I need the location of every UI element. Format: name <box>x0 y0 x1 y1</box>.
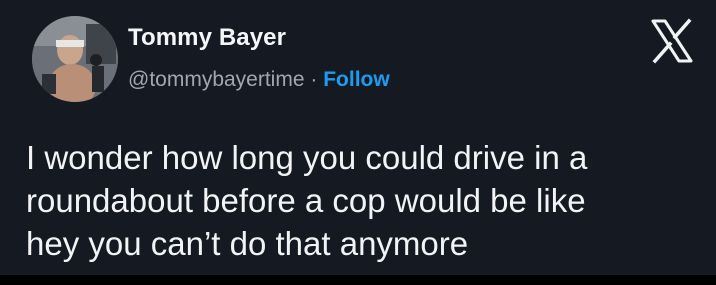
tweet-line: roundabout before a cop would be like <box>26 182 586 219</box>
author-meta: @tommybayertime · Follow <box>128 67 390 93</box>
author-handle[interactable]: @tommybayertime <box>128 68 305 91</box>
author-name[interactable]: Tommy Bayer <box>128 24 286 52</box>
x-logo-icon[interactable] <box>649 18 695 64</box>
avatar[interactable] <box>32 16 118 102</box>
avatar-photo-icon <box>32 16 118 102</box>
separator-dot: · <box>310 68 318 91</box>
tweet-line: hey you can’t do that anymore <box>26 225 469 262</box>
tweet-card: Tommy Bayer @tommybayertime · Follow I w… <box>0 0 716 275</box>
tweet-text: I wonder how long you could drive in a r… <box>26 136 706 265</box>
tweet-line: I wonder how long you could drive in a <box>26 139 588 176</box>
follow-button[interactable]: Follow <box>323 68 390 91</box>
bottom-border <box>0 275 716 285</box>
